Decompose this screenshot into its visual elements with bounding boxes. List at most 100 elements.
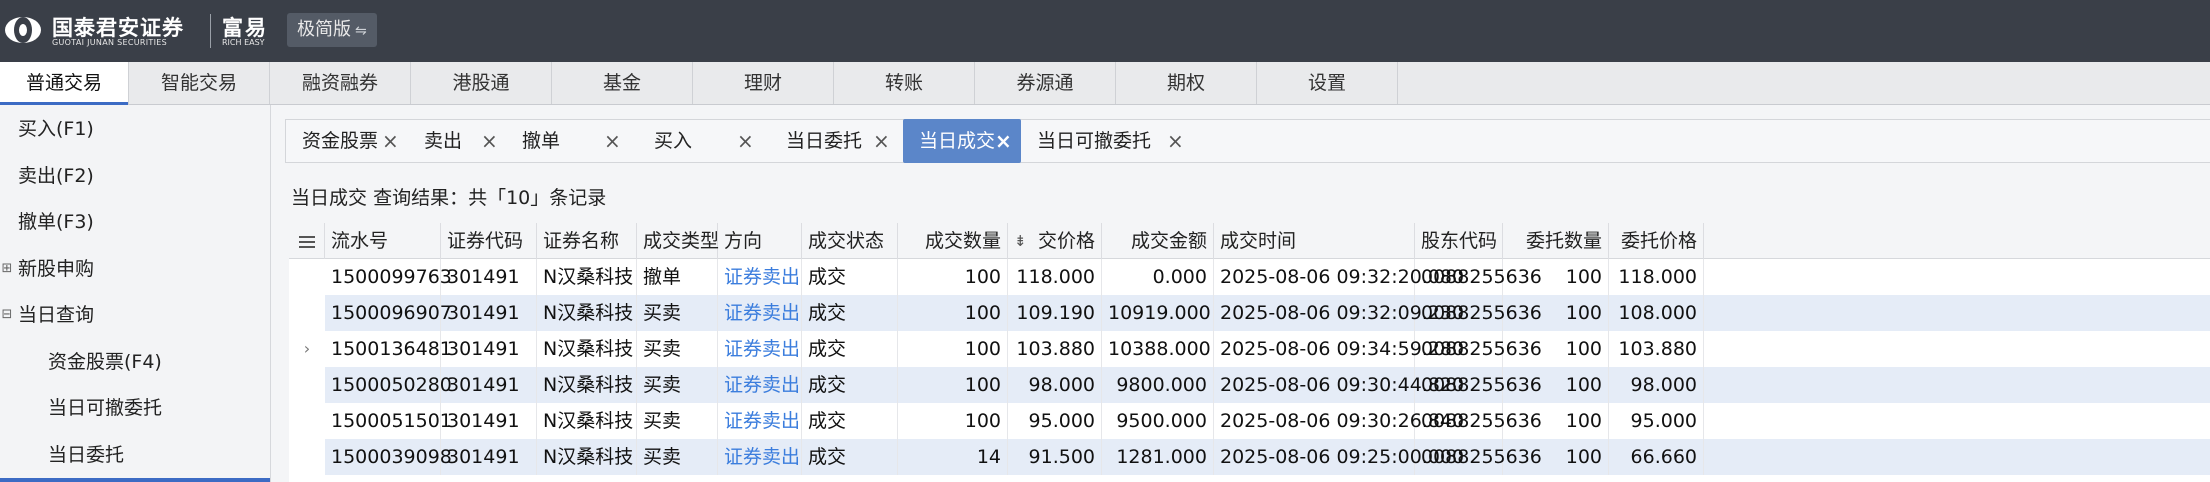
topnav-item-0[interactable]: 普通交易 (0, 62, 129, 105)
column-header-code[interactable]: 证券代码 (441, 223, 537, 259)
cell-direction[interactable]: 证券卖出 (718, 439, 802, 475)
collapse-icon[interactable]: ⊟ (0, 292, 14, 338)
result-prefix: 当日成交 (291, 187, 368, 209)
column-header-order_price[interactable]: 委托价格 (1609, 223, 1704, 259)
topnav-item-7[interactable]: 券源通 (975, 62, 1116, 104)
cell-direction[interactable]: 证券卖出 (718, 295, 802, 331)
table-row[interactable]: 1500099763 301491 N汉桑科技 撤单 证券卖出 成交 100 118.000 0… (289, 259, 2210, 295)
sidebar-item-label: 当日委托 (48, 443, 125, 466)
cell-direction[interactable]: 证券卖出 (718, 331, 802, 367)
row-indicator: › (303, 339, 311, 358)
cell-code: 301491 (441, 331, 537, 367)
cell-status: 成交 (802, 331, 898, 367)
topnav-item-4[interactable]: 基金 (552, 62, 693, 104)
tab-2[interactable]: 撤单 × (506, 120, 638, 162)
column-header-label: 委托数量 (1525, 230, 1602, 252)
column-header-price[interactable]: ⇟ 交价格 (1008, 223, 1102, 259)
close-icon[interactable]: × (481, 120, 498, 162)
list-menu-icon[interactable] (289, 223, 325, 259)
cell-holder: 0088255636 (1415, 259, 1542, 295)
sidebar-item-3[interactable]: ⊞ 新股申购 (0, 246, 270, 292)
tab-0[interactable]: 资金股票 × (286, 120, 408, 162)
sidebar-item-label: 资金股票(F4) (48, 350, 162, 373)
sidebar-item-5[interactable]: 资金股票(F4) (0, 339, 270, 385)
sidebar-item-label: 撤单(F3) (18, 211, 94, 233)
cell-time: 2025-08-06 09:30:26.840 (1214, 403, 1464, 439)
tab-6[interactable]: 当日可撤委托 × (1021, 120, 1191, 162)
cell-serial: 1500039098 (325, 439, 452, 475)
column-header-label: 方向 (724, 230, 763, 252)
cell-status: 成交 (802, 439, 898, 475)
close-icon[interactable]: × (995, 119, 1012, 163)
cell-holder: 0088255636 (1415, 367, 1542, 403)
close-icon[interactable]: × (1167, 120, 1184, 162)
cell-code: 301491 (441, 259, 537, 295)
column-header-type[interactable]: 成交类型 (637, 223, 720, 259)
topnav-item-5[interactable]: 理财 (693, 62, 834, 104)
column-header-label: 成交类型 (643, 230, 720, 252)
topnav-item-2[interactable]: 融资融券 (270, 62, 411, 104)
tab-4[interactable]: 当日委托 × (770, 120, 903, 162)
sidebar-item-2[interactable]: 撤单(F3) (0, 199, 270, 245)
column-header-time[interactable]: 成交时间 (1214, 223, 1415, 259)
column-header-holder[interactable]: 股东代码 (1415, 223, 1503, 259)
tab-1[interactable]: 卖出 × (408, 120, 506, 162)
sidebar-item-1[interactable]: 卖出(F2) (0, 153, 270, 199)
topnav-item-6[interactable]: 转账 (834, 62, 975, 104)
column-header-status[interactable]: 成交状态 (802, 223, 898, 259)
cell-price: 118.000 (1008, 259, 1102, 295)
edition-switch-button[interactable]: 极简版 ⇋ (287, 13, 377, 47)
cell-time: 2025-08-06 09:25:00.000 (1214, 439, 1464, 475)
column-header-label: 成交数量 (924, 230, 1001, 252)
cell-price: 91.500 (1008, 439, 1102, 475)
brand-name-en: GUOTAI JUNAN SECURITIES (52, 38, 167, 47)
row-indicator (289, 403, 325, 439)
column-header-amount[interactable]: 成交金额 (1102, 223, 1214, 259)
cell-direction[interactable]: 证券卖出 (718, 367, 802, 403)
sidebar-item-4[interactable]: ⊟ 当日查询 (0, 292, 270, 338)
table-row[interactable]: 1500039098 301491 N汉桑科技 买卖 证券卖出 成交 14 91.500 128… (289, 439, 2210, 475)
column-header-serial[interactable]: 流水号 (325, 223, 441, 259)
cell-status: 成交 (802, 403, 898, 439)
cell-code: 301491 (441, 403, 537, 439)
close-icon[interactable]: × (873, 120, 890, 162)
column-header-label: 股东代码 (1421, 230, 1498, 252)
cell-amount: 0.000 (1102, 259, 1214, 295)
column-header-order_qty[interactable]: 委托数量 (1503, 223, 1609, 259)
tab-label: 当日可撤委托 (1037, 130, 1152, 152)
cell-time: 2025-08-06 09:30:44.820 (1214, 367, 1464, 403)
tab-5[interactable]: 当日成交 × (903, 119, 1021, 163)
tab-label: 买入 (654, 130, 693, 152)
cell-direction[interactable]: 证券卖出 (718, 403, 802, 439)
expand-icon[interactable]: ⊞ (0, 246, 14, 292)
row-indicator (289, 439, 325, 475)
close-icon[interactable]: × (737, 120, 754, 162)
topnav-item-3[interactable]: 港股通 (411, 62, 552, 104)
sort-desc-icon[interactable]: ⇟ (1014, 223, 1027, 259)
column-header-qty[interactable]: 成交数量 (898, 223, 1008, 259)
topnav-item-1[interactable]: 智能交易 (129, 62, 270, 104)
sidebar-item-label: 新股申购 (18, 257, 95, 280)
sidebar-item-label: 当日查询 (18, 304, 95, 326)
table-row[interactable]: 1500096907 301491 N汉桑科技 买卖 证券卖出 成交 100 109.190 1… (289, 295, 2210, 331)
sidebar-item-0[interactable]: 买入(F1) (0, 106, 270, 152)
sidebar-item-6[interactable]: 当日可撤委托 (0, 385, 270, 431)
table-row[interactable]: 1500050280 301491 N汉桑科技 买卖 证券卖出 成交 100 98.000 98… (289, 367, 2210, 403)
close-icon[interactable]: × (604, 120, 621, 162)
column-header-direction[interactable]: 方向 (718, 223, 802, 259)
close-icon[interactable]: × (382, 120, 399, 162)
cell-code: 301491 (441, 295, 537, 331)
cell-type: 买卖 (637, 439, 718, 475)
table-row[interactable]: › 1500136481 301491 N汉桑科技 买卖 证券卖出 成交 100 103.880… (289, 331, 2210, 367)
table-row[interactable]: 1500051501 301491 N汉桑科技 买卖 证券卖出 成交 100 95.000 95… (289, 403, 2210, 439)
tab-3[interactable]: 买入 × (638, 120, 770, 162)
cell-direction[interactable]: 证券卖出 (718, 259, 802, 295)
topnav-item-8[interactable]: 期权 (1116, 62, 1257, 104)
topnav-item-9[interactable]: 设置 (1257, 62, 1398, 104)
row-indicator (289, 259, 325, 295)
cell-order_price: 108.000 (1609, 295, 1704, 331)
column-header-name[interactable]: 证券名称 (537, 223, 637, 259)
cell-qty: 100 (898, 331, 1008, 367)
row-indicator (289, 367, 325, 403)
sidebar-item-7[interactable]: 当日委托 (0, 432, 270, 478)
